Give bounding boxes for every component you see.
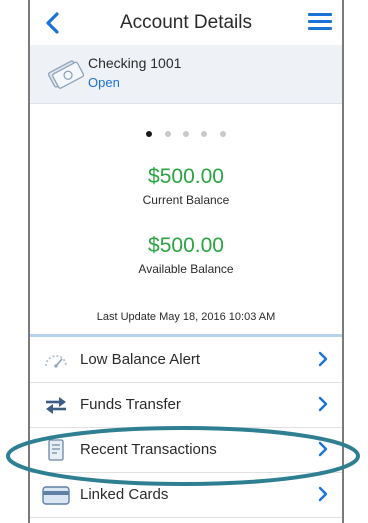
chevron-right-icon bbox=[318, 351, 328, 367]
menu-item-low-balance-alert[interactable]: Low Balance Alert bbox=[30, 338, 342, 383]
menu-item-linked-cards[interactable]: Linked Cards bbox=[30, 473, 342, 518]
hamburger-menu-button[interactable] bbox=[308, 13, 332, 33]
account-summary[interactable]: Checking 1001 Open bbox=[30, 45, 342, 104]
page-indicator[interactable] bbox=[30, 124, 342, 137]
card-icon bbox=[42, 486, 70, 505]
cash-icon bbox=[47, 60, 84, 89]
account-actions-list: Low Balance Alert Funds Transfer Recent … bbox=[30, 338, 342, 518]
transfer-arrows-icon bbox=[46, 397, 66, 414]
menu-item-label: Linked Cards bbox=[80, 486, 169, 503]
menu-item-label: Low Balance Alert bbox=[80, 351, 201, 368]
menu-item-recent-transactions[interactable]: Recent Transactions bbox=[30, 428, 342, 473]
available-balance-amount: $500.00 bbox=[148, 234, 224, 257]
menu-item-label: Recent Transactions bbox=[80, 441, 217, 458]
menu-bar bbox=[308, 20, 332, 23]
menu-bar bbox=[308, 27, 332, 30]
top-nav-bar: Account Details bbox=[30, 0, 342, 46]
current-balance-amount: $500.00 bbox=[148, 165, 224, 188]
account-name: Checking 1001 bbox=[88, 55, 182, 71]
account-status: Open bbox=[88, 75, 120, 90]
phone-screen: Account Details Checking 1001 Open $500.… bbox=[28, 0, 344, 523]
page-dot[interactable] bbox=[219, 131, 226, 137]
chevron-right-icon bbox=[318, 396, 328, 412]
page-dot-active[interactable] bbox=[146, 131, 153, 137]
chevron-right-icon bbox=[318, 441, 328, 457]
menu-item-funds-transfer[interactable]: Funds Transfer bbox=[30, 383, 342, 428]
section-divider bbox=[30, 334, 342, 337]
page-title: Account Details bbox=[119, 12, 252, 33]
chevron-right-icon bbox=[318, 486, 328, 502]
available-balance-label: Available Balance bbox=[138, 262, 234, 276]
document-icon bbox=[48, 439, 64, 461]
menu-item-label: Funds Transfer bbox=[80, 396, 181, 413]
page-dot[interactable] bbox=[164, 131, 171, 137]
last-update-text: Last Update May 18, 2016 10:03 AM bbox=[96, 311, 276, 323]
current-balance-label: Current Balance bbox=[142, 193, 230, 207]
alert-gauge-icon bbox=[45, 355, 67, 368]
page-dot[interactable] bbox=[201, 131, 208, 137]
page-dot[interactable] bbox=[183, 131, 189, 137]
menu-bar bbox=[308, 13, 332, 16]
